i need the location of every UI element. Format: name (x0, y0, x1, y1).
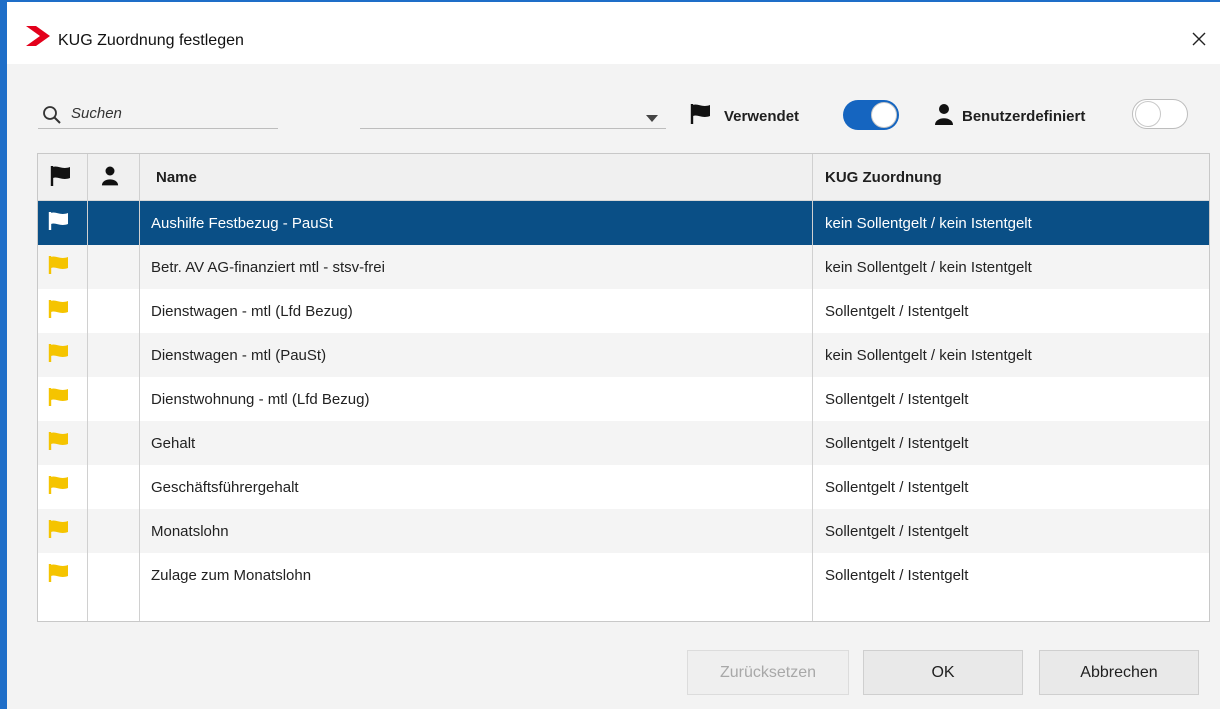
row-kug-assignment: kein Sollentgelt / kein Istentgelt (825, 346, 1032, 364)
row-kug-assignment: kein Sollentgelt / kein Istentgelt (825, 214, 1032, 232)
row-flag-cell (48, 509, 78, 553)
row-kug-assignment: Sollentgelt / Istentgelt (825, 522, 969, 540)
table-row[interactable]: Monatslohn Sollentgelt / Istentgelt (38, 509, 1209, 553)
row-name: Geschäftsführergehalt (151, 478, 299, 496)
user-icon (101, 165, 119, 190)
column-header-flag[interactable] (50, 154, 80, 201)
grid-header: Name KUG Zuordnung (38, 154, 1209, 201)
toggle-knob (871, 102, 897, 128)
row-kug-assignment: Sollentgelt / Istentgelt (825, 434, 969, 452)
search-input[interactable] (71, 103, 271, 123)
row-name: Gehalt (151, 434, 196, 452)
row-kug-assignment: Sollentgelt / Istentgelt (825, 478, 969, 496)
row-name: Zulage zum Monatslohn (151, 566, 312, 584)
row-flag-cell (48, 553, 78, 597)
row-flag-cell (48, 245, 78, 289)
user-icon (934, 103, 954, 130)
used-filter-label: Verwendet (724, 108, 800, 125)
dialog-title: KUG Zuordnung festlegen (58, 32, 244, 49)
custom-filter-label: Benutzerdefiniert (962, 108, 1086, 125)
row-flag-cell (48, 377, 78, 421)
flag-icon (48, 475, 70, 499)
table-row[interactable]: Gehalt Sollentgelt / Istentgelt (38, 421, 1209, 465)
row-name: Dienstwohnung - mtl (Lfd Bezug) (151, 390, 370, 408)
flag-icon (48, 387, 70, 411)
table-row[interactable]: Geschäftsführergehalt Sollentgelt / Isten… (38, 465, 1209, 509)
table-row[interactable]: Dienstwohnung - mtl (Lfd Bezug) Sollentge… (38, 377, 1209, 421)
flag-icon (48, 519, 70, 543)
column-header-kug[interactable]: KUG Zuordnung (825, 154, 942, 201)
close-icon (1191, 31, 1207, 52)
row-name: Betr. AV AG-finanziert mtl - stsv-frei (151, 258, 385, 276)
flag-icon (48, 299, 70, 323)
search-box[interactable] (38, 99, 278, 129)
chevron-down-icon (646, 110, 658, 128)
flag-icon (690, 103, 712, 130)
row-kug-assignment: Sollentgelt / Istentgelt (825, 390, 969, 408)
table-row[interactable]: Dienstwagen - mtl (Lfd Bezug) Sollentgelt… (38, 289, 1209, 333)
flag-icon (48, 255, 70, 279)
row-kug-assignment: kein Sollentgelt / kein Istentgelt (825, 258, 1032, 276)
flag-icon (48, 211, 70, 235)
used-filter-toggle[interactable] (843, 100, 899, 130)
row-flag-cell (48, 421, 78, 465)
ok-button[interactable]: OK (863, 650, 1023, 695)
row-flag-cell (48, 465, 78, 509)
column-divider (87, 154, 88, 621)
column-header-user[interactable] (101, 154, 131, 201)
table-row[interactable]: Zulage zum Monatslohn Sollentgelt / Isten… (38, 553, 1209, 597)
dialog-window: KUG Zuordnung festlegen Verwendet Benutz… (0, 0, 1220, 709)
table-row[interactable]: Aushilfe Festbezug - PauSt kein Sollentge… (38, 201, 1209, 245)
app-logo-icon (26, 26, 52, 51)
custom-filter-toggle[interactable] (1132, 99, 1188, 129)
row-name: Dienstwagen - mtl (Lfd Bezug) (151, 302, 353, 320)
row-name: Monatslohn (151, 522, 229, 540)
table-row[interactable]: Dienstwagen - mtl (PauSt) kein Sollentgel… (38, 333, 1209, 377)
flag-icon (50, 165, 72, 191)
cancel-button[interactable]: Abbrechen (1039, 650, 1199, 695)
search-icon (42, 105, 62, 130)
filter-combobox[interactable] (360, 99, 666, 129)
row-kug-assignment: Sollentgelt / Istentgelt (825, 566, 969, 584)
reset-button[interactable]: Zurücksetzen (687, 650, 849, 695)
close-button[interactable] (1184, 26, 1214, 56)
title-bar: KUG Zuordnung festlegen (7, 2, 1220, 64)
table-row[interactable]: Betr. AV AG-finanziert mtl - stsv-frei ke… (38, 245, 1209, 289)
column-divider (812, 154, 813, 621)
row-flag-cell (48, 289, 78, 333)
column-divider (139, 154, 140, 621)
row-name: Dienstwagen - mtl (PauSt) (151, 346, 327, 364)
flag-icon (48, 563, 70, 587)
row-name: Aushilfe Festbezug - PauSt (151, 214, 333, 232)
toggle-knob (1135, 101, 1161, 127)
row-flag-cell (48, 333, 78, 377)
row-kug-assignment: Sollentgelt / Istentgelt (825, 302, 969, 320)
row-flag-cell (48, 201, 78, 245)
column-header-name[interactable]: Name (156, 154, 197, 201)
flag-icon (48, 431, 70, 455)
data-grid: Name KUG Zuordnung Aushilfe Festbezug - … (37, 153, 1210, 622)
flag-icon (48, 343, 70, 367)
